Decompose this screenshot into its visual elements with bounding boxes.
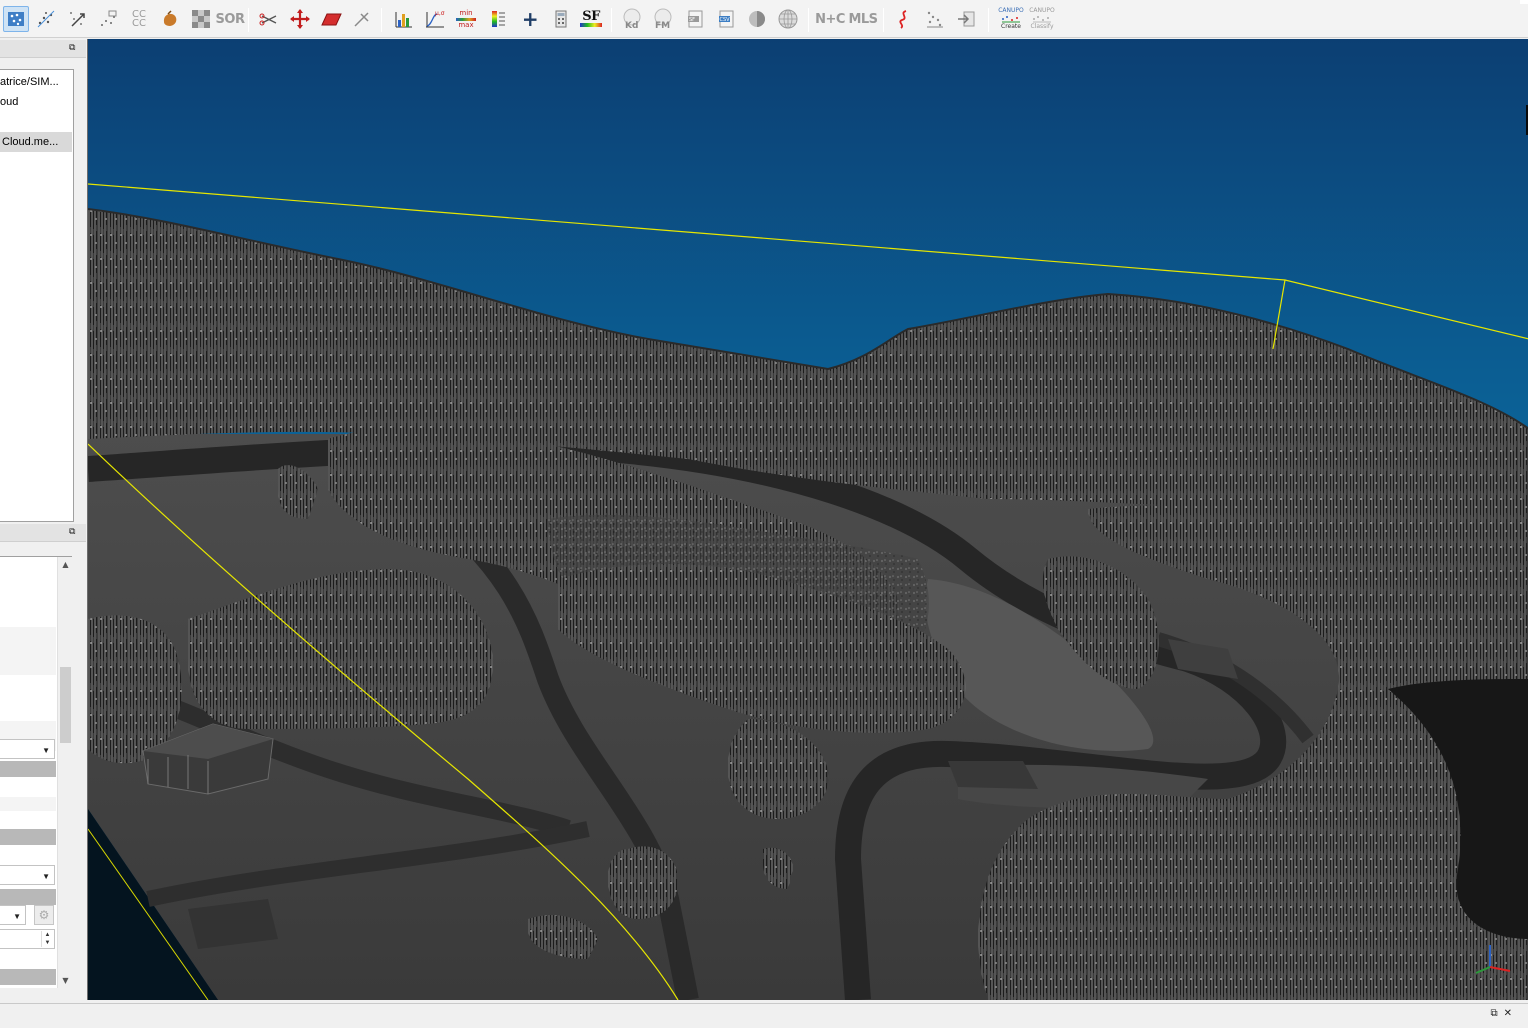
prop-header	[0, 829, 56, 845]
minmax-button[interactable]: min max	[453, 6, 479, 32]
mls-button[interactable]: MLS	[848, 6, 878, 32]
prop-combobox[interactable]: ▼	[0, 865, 55, 885]
svg-text:CSV: CSV	[720, 17, 731, 23]
svg-text:Kd: Kd	[625, 21, 638, 31]
calculator-icon[interactable]	[548, 6, 574, 32]
plane-icon[interactable]	[318, 6, 344, 32]
kd-button[interactable]: Kd	[619, 6, 645, 32]
curve-icon[interactable]	[891, 6, 917, 32]
close-icon[interactable]: ✕	[1504, 1008, 1518, 1019]
point-cloud-render	[88, 183, 1528, 1000]
float-dock-icon[interactable]: ⧉	[69, 527, 79, 537]
sor-button[interactable]: SOR	[216, 6, 245, 32]
sf-button[interactable]: SF	[578, 6, 604, 32]
db-tree-dock: ⧉ atrice/SIM... oud Cloud.me...	[0, 40, 86, 522]
canupo-classify-button[interactable]: CANUPO Classify	[1027, 6, 1057, 32]
prop-header	[0, 889, 56, 905]
subsample-icon[interactable]	[33, 6, 59, 32]
move-icon[interactable]	[287, 6, 313, 32]
properties-scrollbar[interactable]: ▲ ▼	[57, 557, 72, 988]
sample-icon[interactable]	[95, 6, 121, 32]
properties-panel[interactable]: ▼ ▼ ▼ ⚙ ▲ ▼ ▲ ▼	[0, 556, 72, 988]
scroll-down-icon[interactable]: ▼	[58, 973, 72, 988]
3d-view[interactable]	[87, 39, 1528, 1000]
prop-header	[0, 761, 56, 777]
pick-icon[interactable]	[349, 6, 375, 32]
nc-button[interactable]: N+C	[815, 6, 845, 32]
tree-item[interactable]: atrice/SIM...	[0, 72, 72, 92]
float-dock-icon[interactable]: ⧉	[69, 43, 79, 53]
canupo-create-button[interactable]: CANUPO Create	[996, 6, 1026, 32]
fm-button[interactable]: FM	[650, 6, 676, 32]
scroll-thumb[interactable]	[60, 667, 71, 743]
prop-section	[0, 627, 56, 675]
tree-item-selected[interactable]: Cloud.me...	[0, 132, 72, 152]
histogram-icon[interactable]	[391, 6, 417, 32]
mesh-icon[interactable]	[157, 6, 183, 32]
scatter-icon[interactable]	[922, 6, 948, 32]
main-toolbar: CC CC SOR μ,σ min max + SF Kd FM SF CSV …	[0, 0, 1528, 38]
gauss-icon[interactable]: μ,σ	[422, 6, 448, 32]
svg-text:SF: SF	[689, 17, 695, 23]
distance-icon[interactable]	[64, 6, 90, 32]
checker-icon[interactable]	[188, 6, 214, 32]
prop-spinbox[interactable]: ▲ ▼	[0, 929, 55, 949]
prop-combobox[interactable]: ▼	[0, 739, 55, 759]
colorscale-icon[interactable]	[486, 6, 512, 32]
export-icon[interactable]	[953, 6, 979, 32]
add-icon[interactable]: +	[517, 6, 543, 32]
sphere-icon[interactable]	[744, 6, 770, 32]
restore-icon[interactable]: ⧉	[1490, 1008, 1503, 1019]
csv-icon[interactable]: CSV	[713, 6, 739, 32]
tree-item[interactable]: oud	[0, 92, 72, 112]
prop-section	[0, 797, 56, 811]
cc-button[interactable]: CC CC	[126, 6, 152, 32]
db-tree[interactable]: atrice/SIM... oud Cloud.me...	[0, 69, 74, 522]
prop-header	[0, 969, 56, 985]
scissors-icon[interactable]	[256, 6, 282, 32]
globe-icon[interactable]	[775, 6, 801, 32]
svg-text:FM: FM	[655, 21, 670, 31]
scroll-up-icon[interactable]: ▲	[58, 557, 72, 573]
prop-combobox-small[interactable]: ▼	[0, 905, 26, 925]
properties-dock: ⧉ ▼ ▼ ▼ ⚙ ▲ ▼ ▲ ▼	[0, 524, 86, 1000]
point-cloud-icon[interactable]	[3, 6, 29, 32]
console-dock-titlebar: ⧉✕	[0, 1003, 1528, 1028]
gear-icon[interactable]: ⚙	[34, 905, 54, 925]
db-tree-titlebar: ⧉	[0, 40, 86, 58]
sf-export-icon[interactable]: SF	[682, 6, 708, 32]
properties-titlebar: ⧉	[0, 524, 86, 542]
svg-text:μ,σ: μ,σ	[435, 10, 445, 17]
